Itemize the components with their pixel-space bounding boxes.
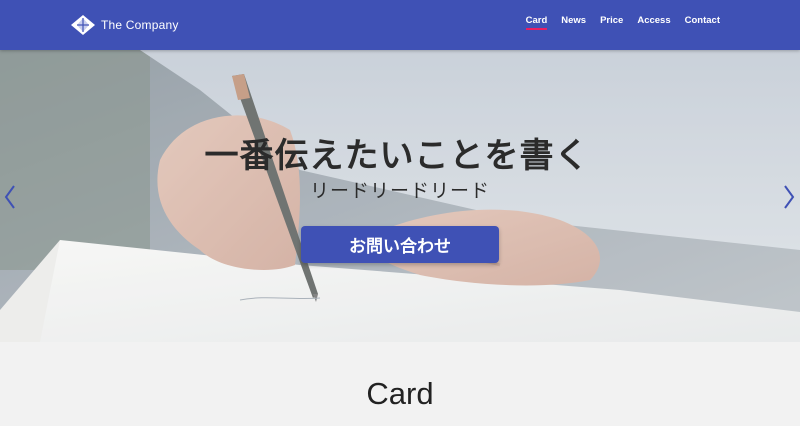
section-title: Card: [366, 376, 434, 411]
nav-link-news[interactable]: News: [561, 15, 586, 30]
hero-lead-text: リードリードリード: [309, 181, 490, 202]
chevron-left-icon[interactable]: [2, 184, 18, 210]
hero-carousel: 一番伝えたいことを書く リードリードリード お問い合わせ: [0, 50, 800, 342]
diamond-logo-icon: [71, 15, 95, 35]
brand-link[interactable]: The Company: [70, 14, 179, 36]
card-section: Card: [0, 342, 800, 426]
nav-link-contact[interactable]: Contact: [685, 15, 720, 30]
top-navbar: The Company Card News Price Access Conta…: [0, 0, 800, 50]
nav-link-access[interactable]: Access: [637, 15, 670, 30]
nav-link-card[interactable]: Card: [525, 15, 548, 30]
chevron-right-icon[interactable]: [781, 184, 797, 210]
main-nav: Card News Price Access Contact: [512, 15, 720, 30]
brand-name: The Company: [101, 18, 179, 32]
contact-button[interactable]: お問い合わせ: [301, 226, 499, 263]
nav-link-price[interactable]: Price: [600, 15, 623, 30]
hero-title: 一番伝えたいことを書く: [204, 137, 590, 175]
